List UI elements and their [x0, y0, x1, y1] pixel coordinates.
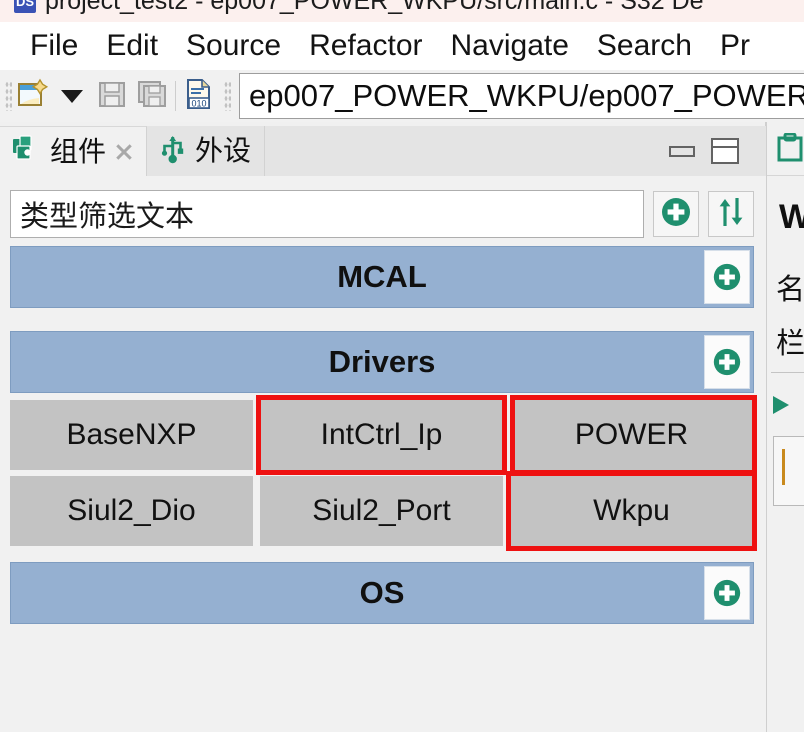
right-view-line-2: 栏	[776, 326, 804, 360]
expand-arrow-icon[interactable]	[773, 396, 789, 414]
menu-item-search[interactable]: Search	[583, 31, 706, 61]
add-drivers-component-button[interactable]	[704, 335, 750, 389]
right-view-line-1: 名	[776, 272, 804, 306]
plus-circle-icon	[713, 263, 741, 291]
component-tile-intctrl-ip[interactable]: IntCtrl_Ip	[256, 395, 507, 475]
group-spacer-2	[10, 546, 754, 562]
save-icon	[97, 79, 127, 114]
maximize-icon[interactable]	[711, 138, 739, 164]
launch-config-value: ep007_POWER_WKPU/ep007_POWER_	[249, 78, 804, 113]
group-header-mcal[interactable]: MCAL	[10, 246, 754, 308]
component-tile-siul2-port[interactable]: Siul2_Port	[260, 476, 503, 546]
view-tab-row: 组件 外设	[0, 126, 766, 176]
group-title-drivers: Drivers	[328, 344, 436, 379]
type-filter-input[interactable]: 类型筛选文本	[10, 190, 644, 238]
component-tile-siul2-dio[interactable]: Siul2_Dio	[10, 476, 253, 546]
right-view-heading: W	[779, 198, 804, 236]
menu-item-source[interactable]: Source	[172, 31, 295, 61]
save-all-icon	[137, 79, 167, 114]
close-icon[interactable]	[114, 142, 133, 161]
plus-circle-icon	[713, 579, 741, 607]
components-panel-body: 类型筛选文本 MCAL Drivers BaseNXP IntCtrl_Ip P…	[0, 176, 766, 732]
menu-item-refactor[interactable]: Refactor	[295, 31, 436, 61]
svg-text:010: 010	[191, 98, 206, 108]
component-tile-label: POWER	[574, 418, 689, 451]
sort-components-button[interactable]	[708, 191, 754, 237]
drivers-tile-grid: BaseNXP IntCtrl_Ip POWER Siul2_Dio Siul2…	[10, 395, 757, 551]
component-tile-label: IntCtrl_Ip	[320, 418, 443, 451]
component-tile-wkpu[interactable]: Wkpu	[506, 471, 757, 551]
component-tile-label: Siul2_Port	[312, 494, 451, 527]
new-file-dropdown-button[interactable]	[52, 75, 92, 117]
group-title-mcal: MCAL	[337, 259, 427, 294]
save-all-button[interactable]	[132, 75, 172, 117]
component-tile-label: Siul2_Dio	[67, 494, 196, 527]
component-tree: MCAL Drivers BaseNXP IntCtrl_Ip POWER Si…	[10, 246, 757, 631]
launch-config-combo[interactable]: ep007_POWER_WKPU/ep007_POWER_	[239, 73, 804, 119]
toolbar-grip[interactable]	[5, 81, 12, 111]
sort-arrows-icon	[716, 196, 746, 233]
window-title: project_test2 - ep007_POWER_WKPU/src/mai…	[45, 0, 704, 15]
view-controls	[659, 126, 745, 176]
plus-circle-icon	[713, 348, 741, 376]
new-file-button[interactable]	[12, 75, 52, 117]
group-title-os: OS	[359, 575, 405, 610]
tab-peripherals-label: 外设	[195, 134, 252, 167]
components-view: 组件 外设 类型筛选文本 MCAL Drivers BaseNXP IntCtr…	[0, 122, 766, 732]
components-icon	[12, 135, 42, 168]
group-header-os[interactable]: OS	[10, 562, 754, 624]
s32-design-studio-icon: DS	[14, 0, 36, 13]
group-header-drivers[interactable]: Drivers	[10, 331, 754, 393]
right-view-body: W 名 栏	[767, 180, 804, 732]
binary-file-icon: 010	[184, 78, 214, 115]
right-view-field[interactable]	[773, 436, 804, 506]
menu-item-file[interactable]: File	[16, 31, 92, 61]
component-tile-label: Wkpu	[593, 494, 670, 527]
chevron-down-icon	[61, 89, 83, 103]
add-os-component-button[interactable]	[704, 566, 750, 620]
tab-components[interactable]: 组件	[0, 126, 148, 176]
right-docked-view: W 名 栏	[767, 122, 804, 732]
filter-row: 类型筛选文本	[10, 190, 754, 238]
plus-circle-icon	[659, 195, 693, 234]
right-view-divider	[771, 372, 804, 373]
component-tile-label: BaseNXP	[66, 418, 197, 451]
add-component-button[interactable]	[653, 191, 699, 237]
menu-item-project[interactable]: Pr	[706, 31, 764, 61]
binary-file-button[interactable]: 010	[179, 75, 219, 117]
right-view-tab-row[interactable]	[767, 126, 804, 176]
toolbar-separator	[175, 81, 176, 111]
peripherals-usb-icon	[159, 134, 187, 169]
tab-components-label: 组件	[50, 134, 107, 168]
new-file-icon	[16, 78, 49, 115]
toolbar-grip-2[interactable]	[224, 81, 231, 111]
menu-item-edit[interactable]: Edit	[92, 31, 172, 61]
save-button[interactable]	[92, 75, 132, 117]
clipboard-icon	[776, 132, 804, 168]
tab-peripherals[interactable]: 外设	[147, 126, 266, 176]
component-tile-power[interactable]: POWER	[510, 395, 757, 475]
window-titlebar: DS project_test2 - ep007_POWER_WKPU/src/…	[0, 0, 804, 22]
menubar: File Edit Source Refactor Navigate Searc…	[0, 22, 804, 70]
menu-item-navigate[interactable]: Navigate	[437, 31, 583, 61]
minimize-icon[interactable]	[669, 145, 695, 157]
main-toolbar: 010 ep007_POWER_WKPU/ep007_POWER_	[0, 70, 804, 122]
component-tile-basenxp[interactable]: BaseNXP	[10, 400, 253, 470]
add-mcal-component-button[interactable]	[704, 250, 750, 304]
